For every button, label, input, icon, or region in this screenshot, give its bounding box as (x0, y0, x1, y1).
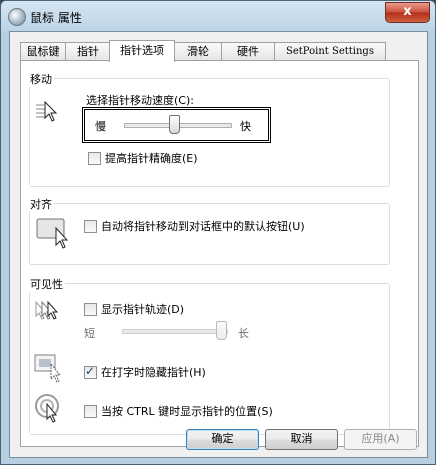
slow-label: 慢 (95, 120, 106, 133)
ctrl-location-checkbox[interactable] (84, 404, 97, 418)
tab-pointer-options[interactable]: 指针选项 (109, 40, 175, 62)
speed-slider-thumb[interactable] (169, 115, 180, 134)
snap-to-button-icon (36, 218, 69, 249)
pointer-options-panel: 移动 选择指针移动速度(C): 慢 快 提高指针精确度(E) 对齐 自动将指针移… (20, 60, 419, 447)
precision-label: 提高指针精确度(E) (105, 152, 198, 165)
trail-length-thumb[interactable] (216, 321, 227, 340)
window-title: 鼠标 属性 (30, 11, 82, 25)
show-location-icon (35, 394, 59, 423)
trail-length-track (122, 329, 228, 334)
hide-while-typing-icon (34, 354, 62, 383)
close-button[interactable]: x (385, 2, 430, 23)
snap-heading: 对齐 (29, 196, 54, 212)
visibility-group: 可见性 显示指针轨迹(D) 短 长 ✓ 在打字时隐藏指针(H) 当按 CTRL … (29, 276, 390, 435)
trails-option[interactable]: 显示指针轨迹(D) (84, 301, 184, 317)
long-label: 长 (238, 327, 249, 340)
apply-button[interactable]: 应用(A) (344, 429, 417, 450)
motion-heading: 移动 (29, 71, 54, 87)
snap-label: 自动将指针移动到对话框中的默认按钮(U) (101, 220, 305, 233)
tab-wheel[interactable]: 滑轮 (174, 42, 222, 61)
tab-buttons[interactable]: 鼠标键 (20, 42, 66, 61)
mouse-properties-window: 鼠标 属性 x 鼠标键 指针 指针选项 滑轮 硬件 SetPoint Setti… (0, 0, 436, 465)
ok-button[interactable]: 确定 (186, 429, 259, 450)
cancel-button[interactable]: 取消 (265, 429, 338, 450)
mouse-icon (8, 8, 26, 26)
trails-label: 显示指针轨迹(D) (101, 303, 185, 316)
pointer-speed-icon (36, 101, 58, 122)
fast-label: 快 (240, 120, 251, 133)
snap-group: 对齐 自动将指针移动到对话框中的默认按钮(U) (29, 196, 390, 265)
visibility-heading: 可见性 (29, 276, 65, 292)
tab-pointers[interactable]: 指针 (65, 42, 111, 61)
short-label: 短 (84, 327, 95, 340)
motion-group: 移动 选择指针移动速度(C): 慢 快 提高指针精确度(E) (29, 71, 390, 187)
hide-option[interactable]: 在打字时隐藏指针(H) (84, 364, 206, 380)
tab-hardware[interactable]: 硬件 (221, 42, 275, 61)
ctrl-location-label: 当按 CTRL 键时显示指针的位置(S) (101, 405, 273, 418)
hide-checkbox[interactable] (84, 364, 97, 379)
hide-label: 在打字时隐藏指针(H) (101, 366, 206, 379)
precision-option[interactable]: 提高指针精确度(E) (88, 150, 198, 166)
precision-checkbox[interactable] (88, 151, 101, 165)
snap-option[interactable]: 自动将指针移动到对话框中的默认按钮(U) (84, 218, 305, 234)
snap-checkbox[interactable] (84, 219, 97, 233)
trails-checkbox[interactable] (84, 302, 97, 316)
speed-slider-frame: 慢 快 (82, 107, 271, 143)
speed-label: 选择指针移动速度(C): (86, 94, 194, 107)
ctrl-location-option[interactable]: 当按 CTRL 键时显示指针的位置(S) (84, 403, 273, 419)
tab-setpoint-settings[interactable]: SetPoint Settings (274, 42, 386, 61)
pointer-trails-icon (35, 300, 59, 320)
dialog-client-area: 鼠标键 指针 指针选项 滑轮 硬件 SetPoint Settings 移动 选… (9, 31, 428, 458)
title-bar[interactable]: 鼠标 属性 x (1, 1, 435, 31)
